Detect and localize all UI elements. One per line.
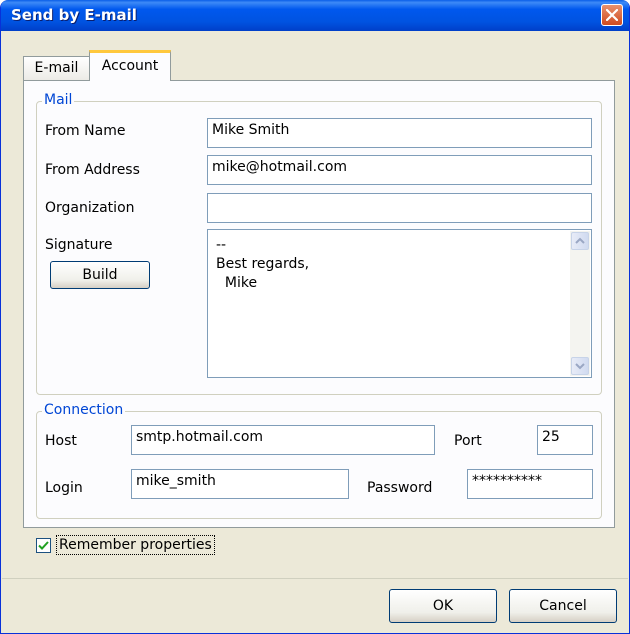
close-icon [606,9,618,21]
chevron-up-icon [575,237,585,244]
scroll-down-button[interactable] [571,357,589,375]
remember-properties-checkbox[interactable] [36,538,51,553]
from-name-field[interactable]: Mike Smith [207,118,592,148]
chevron-down-icon [575,363,585,370]
tab-email[interactable]: E-mail [23,56,90,80]
signature-label: Signature [45,237,113,253]
cancel-button[interactable]: Cancel [509,589,617,623]
host-field[interactable]: smtp.hotmail.com [131,425,435,455]
login-field[interactable]: mike_smith [131,469,349,499]
checkmark-icon [38,541,49,550]
connection-legend: Connection [42,402,126,418]
host-label: Host [45,433,77,449]
title-bar[interactable]: Send by E-mail [1,0,629,31]
signature-textarea[interactable]: -- Best regards, Mike [207,229,592,378]
password-label: Password [367,480,433,496]
organization-label: Organization [45,200,135,216]
signature-scrollbar[interactable] [570,231,590,376]
send-by-email-dialog: Send by E-mail E-mail Account Mail From … [0,0,630,634]
tab-account[interactable]: Account [89,50,171,81]
from-address-field[interactable]: mike@hotmail.com [207,155,592,185]
tab-panel-account: Mail From Name Mike Smith From Address m… [23,80,615,528]
organization-field[interactable] [207,193,592,223]
scroll-up-button[interactable] [571,232,589,250]
port-field[interactable]: 25 [537,425,593,455]
mail-legend: Mail [42,92,75,108]
port-label: Port [454,433,482,449]
remember-properties-label[interactable]: Remember properties [56,535,215,555]
build-button[interactable]: Build [50,261,150,289]
close-button[interactable] [601,4,623,26]
ok-button[interactable]: OK [389,589,497,623]
footer-divider [2,578,628,579]
from-address-label: From Address [45,162,140,178]
from-name-label: From Name [45,123,126,139]
password-field[interactable]: ********** [467,469,593,499]
window-title: Send by E-mail [11,6,137,24]
signature-text: -- Best regards, Mike [216,237,310,291]
login-label: Login [45,480,83,496]
